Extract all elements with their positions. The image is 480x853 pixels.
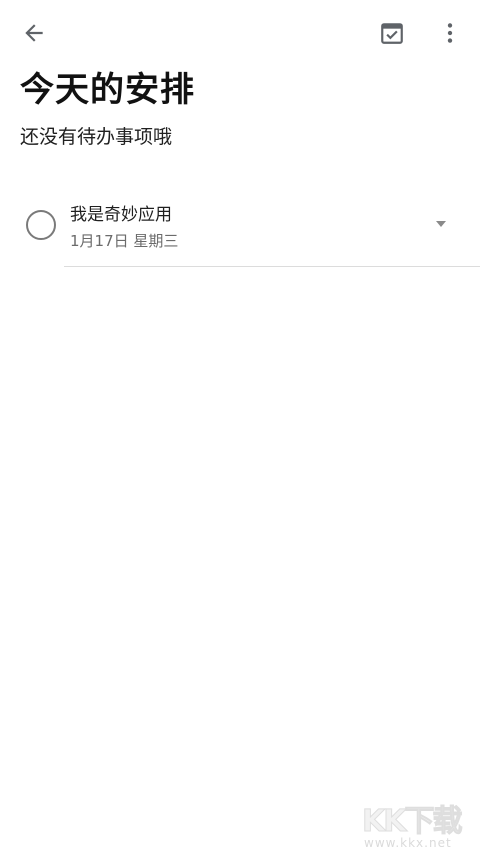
task-item[interactable]: 我是奇妙应用 1月17日 星期三	[0, 188, 480, 268]
task-date: 1月17日 星期三	[70, 232, 179, 250]
watermark: KK下载 www.kkx.net	[360, 796, 476, 852]
task-divider	[64, 266, 480, 267]
watermark-logo: KK下载	[362, 804, 463, 840]
task-title: 我是奇妙应用	[70, 205, 172, 225]
watermark-url: www.kkx.net	[364, 836, 452, 850]
task-checkbox[interactable]	[26, 210, 56, 240]
arrow-left-icon	[25, 24, 43, 42]
more-vertical-icon	[447, 23, 453, 43]
more-options-button[interactable]	[430, 13, 470, 53]
page-title: 今天的安排	[20, 70, 195, 110]
calendar-check-icon	[381, 23, 403, 44]
empty-state-text: 还没有待办事项哦	[20, 126, 173, 148]
calendar-button[interactable]	[372, 13, 412, 53]
back-button[interactable]	[14, 13, 54, 53]
caret-down-icon	[436, 221, 446, 227]
top-app-bar	[0, 0, 480, 64]
expand-task-button[interactable]	[426, 212, 456, 236]
